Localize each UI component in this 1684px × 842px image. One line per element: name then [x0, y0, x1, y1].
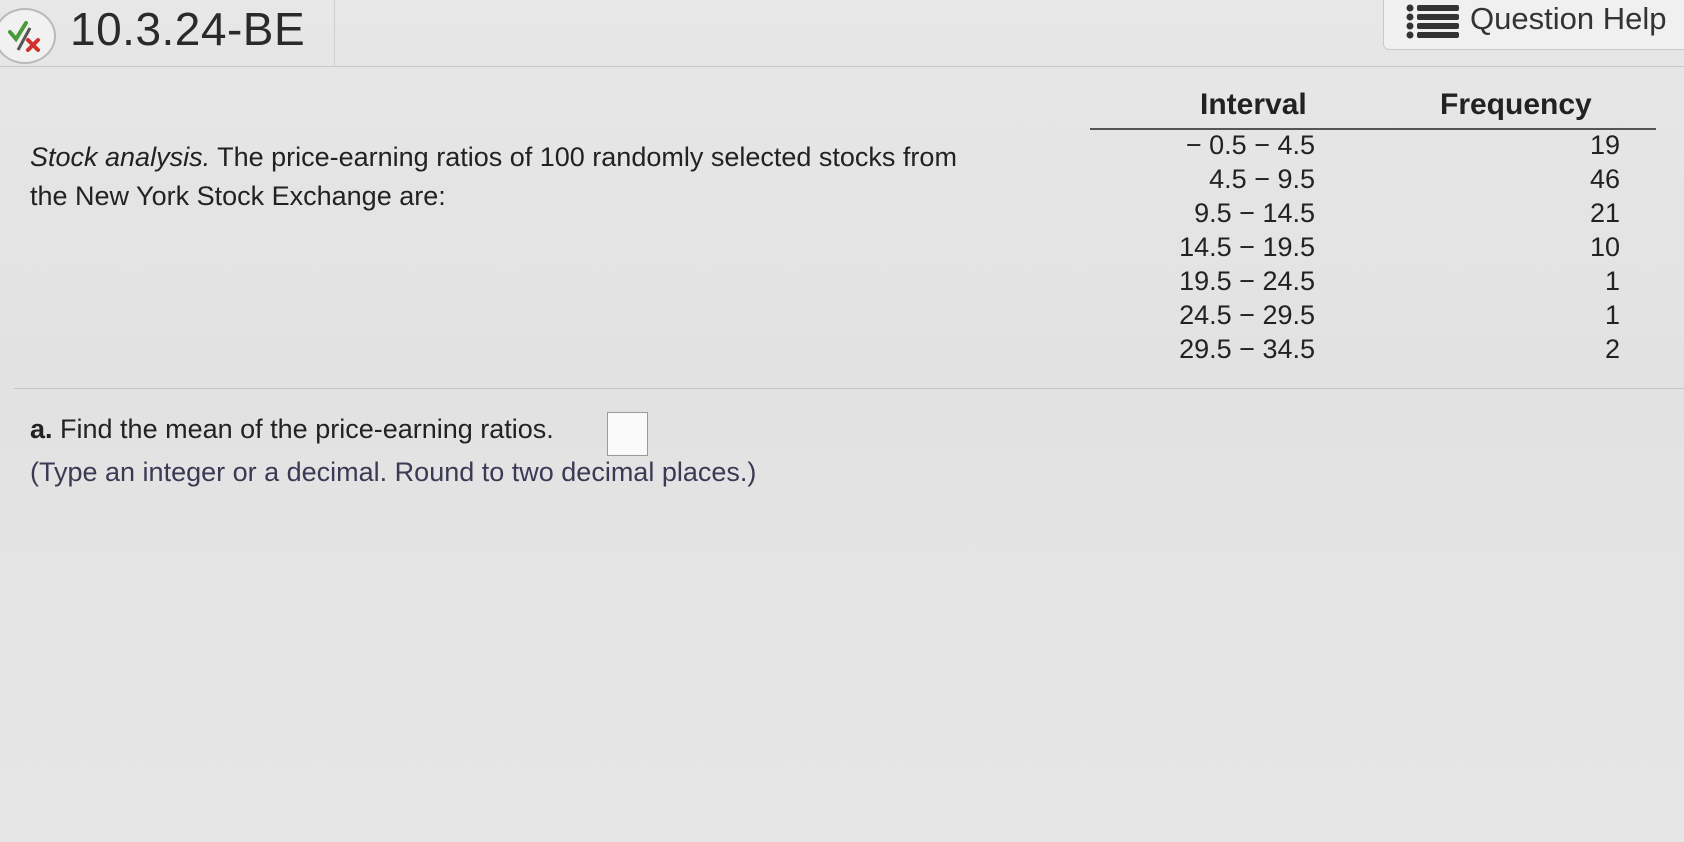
- column-header-frequency: Frequency: [1440, 88, 1592, 121]
- frequency-cell: 2: [1604, 334, 1620, 364]
- table-row: 24.5 − 29.5 1: [1090, 300, 1660, 334]
- question-header: 10.3.24-BE Question Help: [0, 0, 1684, 66]
- question-id: 10.3.24-BE: [70, 3, 306, 55]
- table-row: 14.5 − 19.5 10: [1090, 232, 1660, 266]
- interval-cell: 24.5 − 29.5: [1179, 300, 1315, 330]
- interval-cell: 9.5 − 14.5: [1194, 198, 1315, 228]
- table-row: 9.5 − 14.5 21: [1090, 198, 1660, 232]
- table-row: 29.5 − 34.5 2: [1090, 334, 1660, 368]
- problem-line2: the New York Stock Exchange are:: [30, 181, 446, 211]
- mean-answer-input[interactable]: [607, 412, 648, 456]
- question-help-button[interactable]: Question Help: [1383, 0, 1684, 50]
- answer-format-hint: (Type an integer or a decimal. Round to …: [30, 457, 757, 487]
- table-row: 4.5 − 9.5 46: [1090, 164, 1660, 198]
- header-divider: [334, 0, 335, 66]
- frequency-cell: 21: [1589, 198, 1620, 228]
- part-a-question: a. Find the mean of the price-earning ra…: [30, 414, 554, 445]
- problem-statement: Stock analysis. The price-earning ratios…: [30, 138, 1070, 216]
- header-divider-line: [0, 66, 1684, 67]
- table-row: 19.5 − 24.5 1: [1090, 266, 1660, 300]
- question-help-label: Question Help: [1470, 1, 1667, 36]
- interval-cell: 29.5 − 34.5: [1179, 334, 1315, 364]
- problem-lead: Stock analysis.: [30, 142, 211, 172]
- list-icon: [1406, 3, 1462, 44]
- frequency-cell: 1: [1604, 300, 1620, 330]
- interval-cell: 4.5 − 9.5: [1209, 164, 1315, 194]
- frequency-cell: 46: [1589, 164, 1620, 194]
- column-header-interval: Interval: [1200, 88, 1307, 121]
- frequency-cell: 10: [1589, 232, 1620, 262]
- part-a-text: Find the mean of the price-earning ratio…: [52, 414, 554, 444]
- frequency-cell: 19: [1589, 130, 1620, 160]
- interval-cell: 19.5 − 24.5: [1179, 266, 1315, 296]
- problem-line1: The price-earning ratios of 100 randomly…: [210, 142, 957, 172]
- interval-cell: − 0.5 − 4.5: [1185, 130, 1315, 160]
- section-divider: [14, 388, 1684, 389]
- interval-cell: 14.5 − 19.5: [1179, 232, 1315, 262]
- part-a-label: a.: [30, 414, 53, 444]
- frequency-cell: 1: [1604, 266, 1620, 296]
- partially-correct-icon: [0, 8, 56, 64]
- table-row: − 0.5 − 4.5 19: [1090, 130, 1660, 164]
